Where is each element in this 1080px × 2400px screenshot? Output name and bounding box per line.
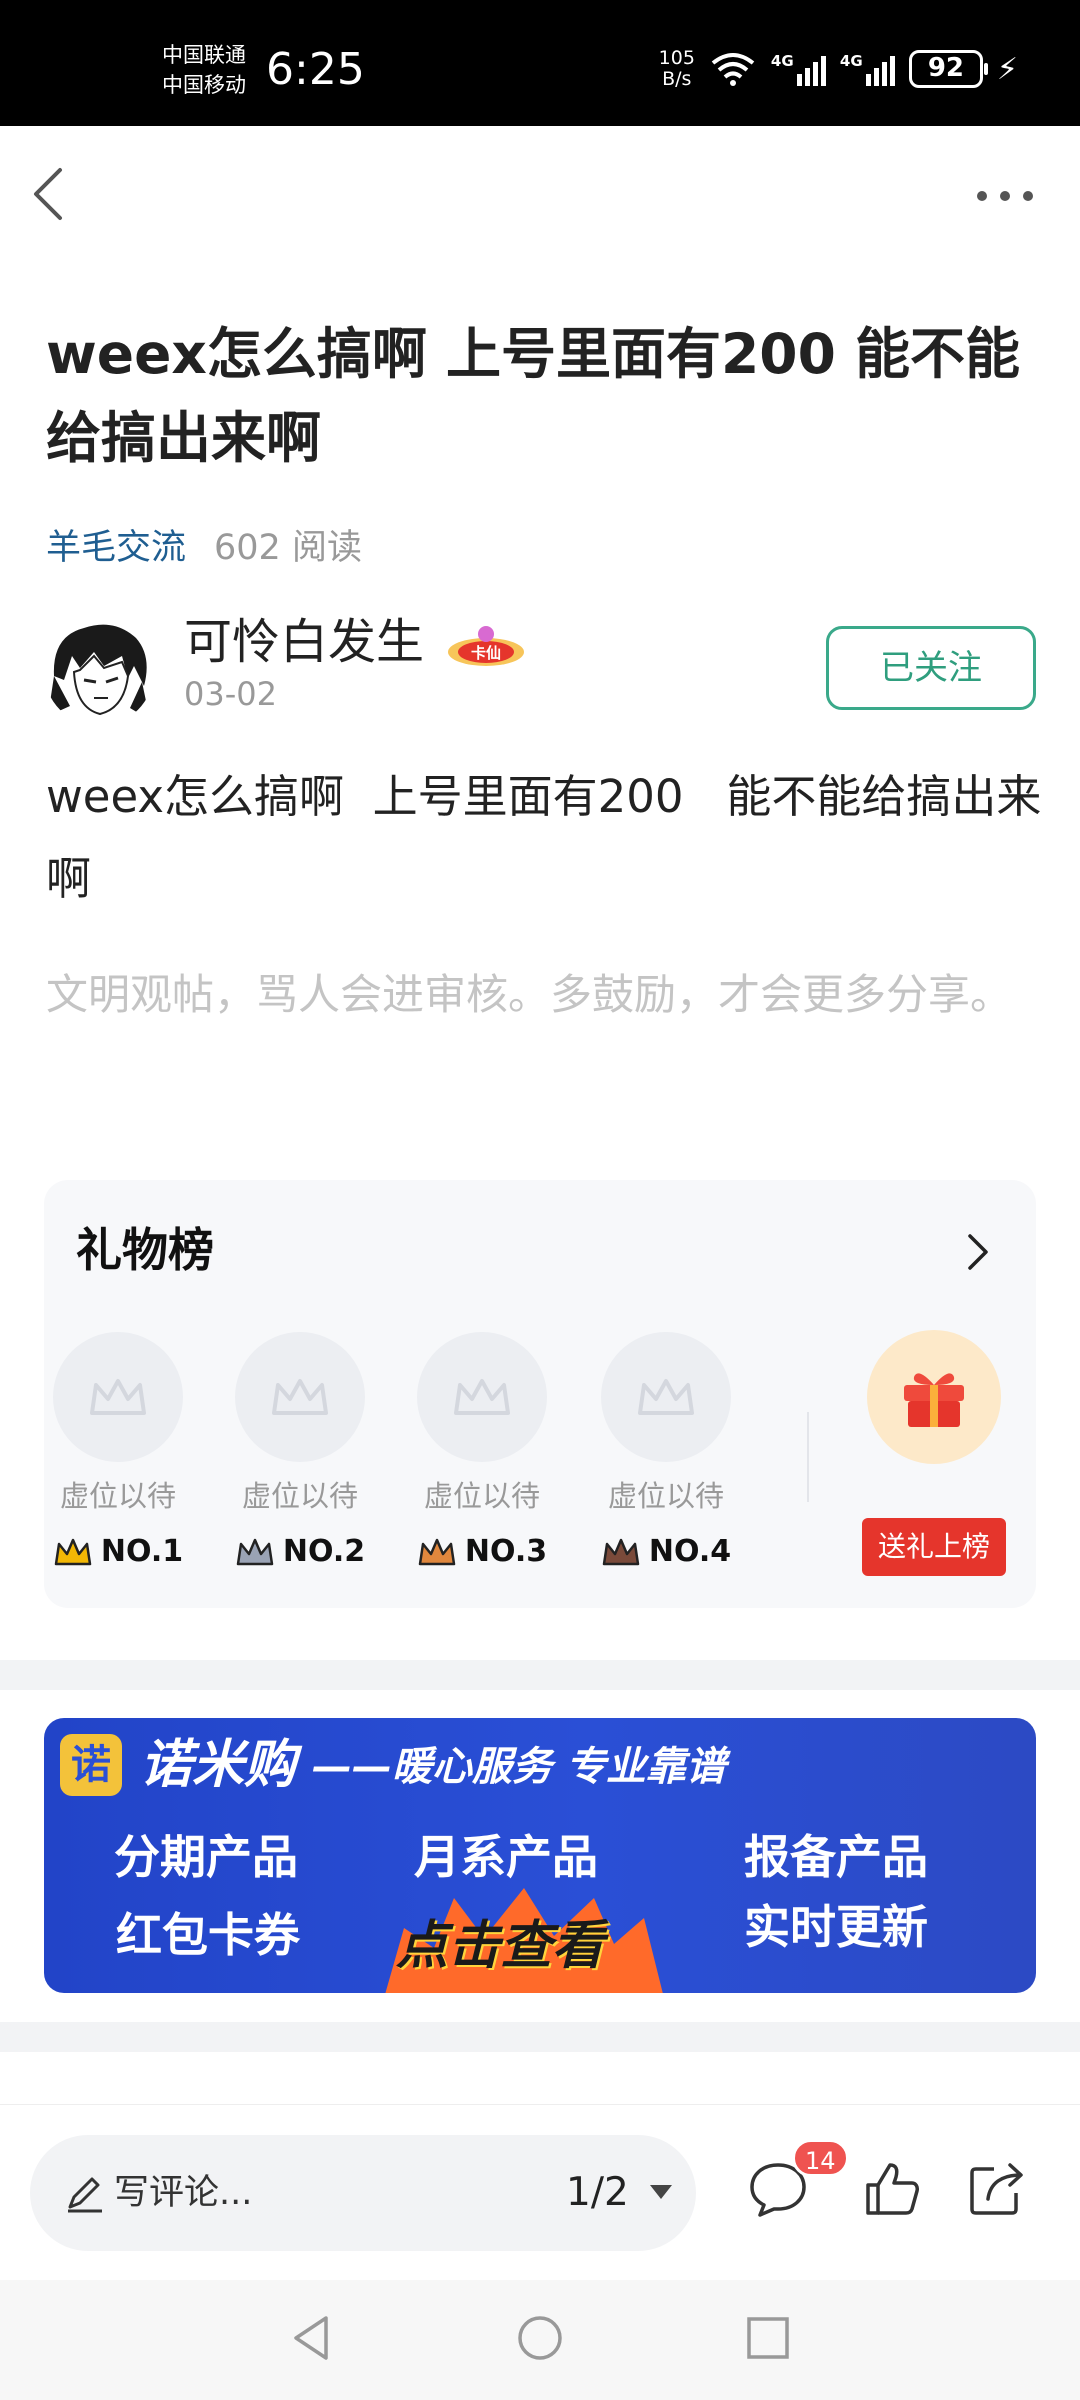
comment-input[interactable]: 写评论... 1/2 xyxy=(30,2135,696,2251)
author-avatar[interactable] xyxy=(44,616,154,726)
clock: 6:25 xyxy=(266,44,365,95)
rank-label: NO.2 xyxy=(230,1534,370,1569)
system-navigation-bar xyxy=(0,2280,1080,2400)
banner-item: 实时更新 xyxy=(744,1900,928,1954)
rank-number: NO.2 xyxy=(282,1534,366,1569)
empty-slot-avatar xyxy=(53,1332,183,1462)
section-separator xyxy=(0,2022,1080,2052)
slot-status: 虚位以待 xyxy=(423,1479,540,1513)
user-badge-label: 卡仙 xyxy=(471,644,501,662)
crown-outline-icon xyxy=(90,1379,146,1415)
network-speed: 105 B/s xyxy=(659,48,695,90)
chevron-right-icon[interactable] xyxy=(962,1230,992,1274)
gift-button-circle[interactable] xyxy=(867,1330,1001,1464)
signal-1-icon: 4G xyxy=(771,52,826,86)
back-arrow-icon[interactable] xyxy=(24,164,74,224)
empty-slot-avatar xyxy=(417,1332,547,1462)
silver-crown-icon xyxy=(236,1538,274,1565)
empty-slot-avatar xyxy=(601,1332,731,1462)
gold-crown-icon xyxy=(54,1538,92,1565)
read-count: 602 阅读 xyxy=(214,528,362,568)
divider xyxy=(807,1412,809,1502)
crown-outline-icon xyxy=(272,1379,328,1415)
category-link[interactable]: 羊毛交流 xyxy=(46,518,186,578)
status-bar: 中国联通 中国移动 6:25 105 B/s 4G 4G 92 ⚡ xyxy=(0,0,1080,126)
comment-count-badge: 14 xyxy=(792,2139,849,2177)
slot-status: 虚位以待 xyxy=(59,1479,176,1513)
banner-brand: 诺米购 xyxy=(140,1735,297,1795)
brown-crown-icon xyxy=(602,1538,640,1565)
network-speed-value: 105 xyxy=(658,47,695,69)
gift-slot-1[interactable]: 虚位以待 NO.1 xyxy=(48,1332,188,1569)
banner-item: 分期产品 xyxy=(114,1830,298,1884)
nav-back-icon[interactable] xyxy=(284,2310,340,2366)
status-icons: 105 B/s 4G 4G 92 ⚡ xyxy=(659,48,1018,90)
brand-logo: 诺 xyxy=(60,1734,122,1796)
carrier-names: 中国联通 中国移动 xyxy=(162,40,246,100)
rank-label: NO.4 xyxy=(596,1534,736,1569)
banner-tagline: ——暖心服务 专业靠谱 xyxy=(312,1744,726,1790)
carrier-2: 中国移动 xyxy=(162,73,246,97)
bronze-crown-icon xyxy=(418,1538,456,1565)
gift-slot-2[interactable]: 虚位以待 NO.2 xyxy=(230,1332,370,1569)
gift-slot-4[interactable]: 虚位以待 NO.4 xyxy=(596,1332,736,1569)
crown-outline-icon xyxy=(638,1379,694,1415)
nav-home-icon[interactable] xyxy=(512,2310,568,2366)
more-options-icon[interactable] xyxy=(970,176,1040,216)
author-name[interactable]: 可怜白发生 xyxy=(184,610,424,674)
post-title: weex怎么搞啊 上号里面有200 能不能给搞出来啊 xyxy=(46,322,1020,470)
charging-icon: ⚡ xyxy=(996,51,1018,87)
gift-board: 礼物榜 虚位以待 NO.1 虚位以待 NO.2 虚位以待 NO.3 虚位以待 N… xyxy=(44,1180,1036,1608)
rank-number: NO.4 xyxy=(648,1534,732,1569)
page-indicator[interactable]: 1/2 xyxy=(566,2163,629,2223)
like-icon[interactable] xyxy=(860,2157,924,2221)
signal-1-label: 4G xyxy=(770,52,794,70)
banner-item: 报备产品 xyxy=(744,1830,928,1884)
gift-board-title: 礼物榜 xyxy=(76,1223,214,1277)
nav-recents-icon[interactable] xyxy=(740,2310,796,2366)
rank-number: NO.3 xyxy=(464,1534,548,1569)
wifi-icon xyxy=(711,53,755,86)
banner-item: 月系产品 xyxy=(414,1830,598,1884)
banner-cta[interactable]: 点击查看 xyxy=(396,1914,604,1978)
slot-status: 虚位以待 xyxy=(241,1479,358,1513)
community-notice: 文明观帖，骂人会进审核。多鼓励，才会更多分享。 xyxy=(46,970,1013,1019)
top-nav xyxy=(0,126,1080,266)
caret-down-icon[interactable] xyxy=(648,2183,674,2201)
signal-2-label: 4G xyxy=(839,52,863,70)
slot-status: 虚位以待 xyxy=(607,1479,724,1513)
follow-button[interactable]: 已关注 xyxy=(826,626,1036,710)
user-level-badge: 卡仙 xyxy=(448,626,524,666)
battery-icon: 92 xyxy=(908,50,988,88)
share-icon[interactable] xyxy=(964,2157,1028,2221)
carrier-1: 中国联通 xyxy=(162,43,246,67)
rank-label: NO.3 xyxy=(412,1534,552,1569)
gift-box-icon xyxy=(904,1373,964,1427)
pen-icon xyxy=(68,2177,102,2213)
promo-banner[interactable]: 诺 诺米购 ——暖心服务 专业靠谱 分期产品 月系产品 报备产品 红包卡券 实时… xyxy=(44,1718,1036,1993)
gift-slot-3[interactable]: 虚位以待 NO.3 xyxy=(412,1332,552,1569)
empty-slot-avatar xyxy=(235,1332,365,1462)
section-separator xyxy=(0,1660,1080,1690)
send-gift-button[interactable]: 送礼上榜 xyxy=(862,1518,1006,1576)
signal-2-icon: 4G xyxy=(840,52,895,86)
post-meta: 羊毛交流 602 阅读 xyxy=(46,518,362,578)
post-date: 03-02 xyxy=(184,675,277,713)
comment-placeholder: 写评论... xyxy=(114,2173,253,2213)
crown-outline-icon xyxy=(454,1379,510,1415)
rank-label: NO.1 xyxy=(48,1534,188,1569)
rank-number: NO.1 xyxy=(100,1534,184,1569)
post-content: weex怎么搞啊 上号里面有200 能不能给搞出来啊 xyxy=(46,770,1042,905)
network-speed-unit: B/s xyxy=(662,68,692,90)
banner-item: 红包卡券 xyxy=(116,1908,300,1962)
bottom-action-bar: 写评论... 1/2 14 xyxy=(0,2104,1080,2280)
